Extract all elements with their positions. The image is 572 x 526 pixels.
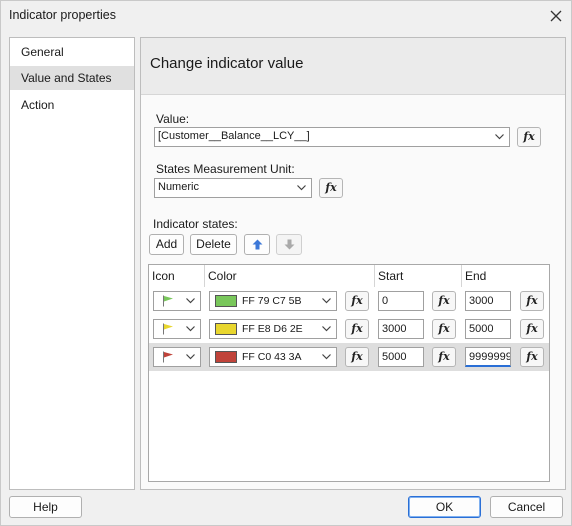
start-expression-button[interactable]: fx — [432, 291, 456, 311]
move-down-button[interactable] — [276, 234, 302, 255]
sidebar-nav: General Value and States Action — [9, 37, 135, 490]
flag-icon — [163, 295, 173, 307]
column-header-color: Color — [205, 265, 375, 287]
indicator-states-label: Indicator states: — [153, 217, 238, 231]
panel-title: Change indicator value — [150, 55, 304, 72]
end-input[interactable]: 5000 — [465, 319, 511, 339]
close-button[interactable] — [545, 5, 567, 27]
value-expression-button[interactable]: fx — [517, 127, 541, 147]
unit-dropdown-text: Numeric — [158, 181, 199, 193]
chevron-down-icon — [322, 354, 331, 360]
help-button[interactable]: Help — [9, 496, 82, 518]
color-value: FF E8 D6 2E — [242, 323, 303, 335]
chevron-down-icon — [322, 326, 331, 332]
column-header-start: Start — [375, 265, 462, 287]
color-dropdown[interactable]: FF 79 C7 5B — [209, 291, 337, 311]
end-input[interactable]: 9999999 — [465, 347, 511, 367]
color-dropdown[interactable]: FF E8 D6 2E — [209, 319, 337, 339]
nav-item-value-and-states[interactable]: Value and States — [10, 66, 134, 90]
column-header-icon: Icon — [149, 265, 205, 287]
color-dropdown[interactable]: FF C0 43 3A — [209, 347, 337, 367]
color-value: FF C0 43 3A — [242, 351, 302, 363]
window-title: Indicator properties — [9, 8, 117, 22]
chevron-down-icon — [495, 134, 504, 140]
color-value: FF 79 C7 5B — [242, 295, 302, 307]
start-expression-button[interactable]: fx — [432, 319, 456, 339]
table-row[interactable]: FF C0 43 3A fx 5000 fx 9999999 fx — [149, 343, 549, 371]
chevron-down-icon — [186, 354, 195, 360]
nav-item-general[interactable]: General — [10, 40, 134, 64]
chevron-down-icon — [186, 298, 195, 304]
value-dropdown-text: [Customer__Balance__LCY__] — [158, 130, 310, 142]
value-dropdown[interactable]: [Customer__Balance__LCY__] — [154, 127, 510, 147]
icon-dropdown[interactable] — [153, 319, 201, 339]
chevron-down-icon — [297, 185, 306, 191]
end-expression-button[interactable]: fx — [520, 291, 544, 311]
cancel-button[interactable]: Cancel — [490, 496, 563, 518]
color-expression-button[interactable]: fx — [345, 319, 369, 339]
ok-button[interactable]: OK — [408, 496, 481, 518]
start-input[interactable]: 3000 — [378, 319, 424, 339]
indicator-states-grid: Icon Color Start End FF 79 C7 5B fx 0 fx… — [148, 264, 550, 482]
flag-icon — [163, 351, 173, 363]
close-icon — [550, 10, 562, 22]
color-swatch — [215, 295, 237, 307]
nav-item-action[interactable]: Action — [10, 93, 134, 117]
value-label: Value: — [156, 112, 190, 126]
icon-dropdown[interactable] — [153, 347, 201, 367]
delete-state-button[interactable]: Delete — [190, 234, 237, 255]
chevron-down-icon — [186, 326, 195, 332]
color-swatch — [215, 351, 237, 363]
end-expression-button[interactable]: fx — [520, 319, 544, 339]
unit-expression-button[interactable]: fx — [319, 178, 343, 198]
start-input[interactable]: 5000 — [378, 347, 424, 367]
column-header-end: End — [465, 269, 487, 283]
arrow-up-icon — [252, 239, 263, 250]
start-input[interactable]: 0 — [378, 291, 424, 311]
panel-header: Change indicator value — [141, 38, 565, 95]
unit-dropdown[interactable]: Numeric — [154, 178, 312, 198]
move-up-button[interactable] — [244, 234, 270, 255]
add-state-button[interactable]: Add — [149, 234, 184, 255]
unit-label: States Measurement Unit: — [156, 162, 295, 176]
end-expression-button[interactable]: fx — [520, 347, 544, 367]
table-row[interactable]: FF 79 C7 5B fx 0 fx 3000 fx — [149, 287, 549, 315]
start-expression-button[interactable]: fx — [432, 347, 456, 367]
flag-icon — [163, 323, 173, 335]
color-expression-button[interactable]: fx — [345, 291, 369, 311]
end-input[interactable]: 3000 — [465, 291, 511, 311]
indicator-properties-dialog: Indicator properties General Value and S… — [0, 0, 572, 526]
color-swatch — [215, 323, 237, 335]
table-row[interactable]: FF E8 D6 2E fx 3000 fx 5000 fx — [149, 315, 549, 343]
color-expression-button[interactable]: fx — [345, 347, 369, 367]
chevron-down-icon — [322, 298, 331, 304]
icon-dropdown[interactable] — [153, 291, 201, 311]
arrow-down-icon — [284, 239, 295, 250]
value-and-states-panel: Change indicator value Value: [Customer_… — [140, 37, 566, 490]
